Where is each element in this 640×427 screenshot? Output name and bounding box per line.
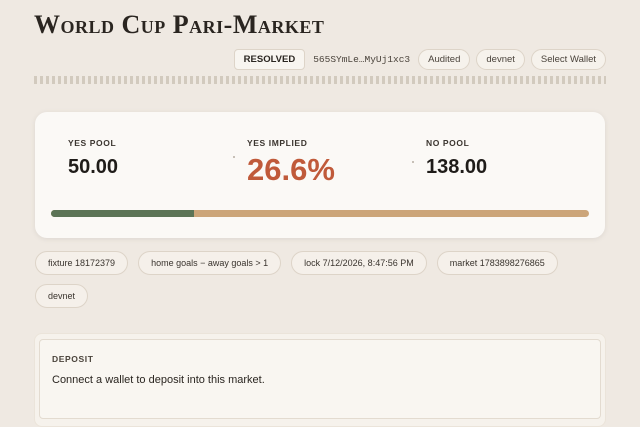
fixture-tag: fixture 18172379	[35, 251, 129, 275]
yes-pool-stat: YES POOL 50.00	[68, 138, 118, 179]
network-tag: devnet	[35, 284, 89, 308]
market-address[interactable]: 565SYmLe…MyUj1xc3	[311, 54, 412, 65]
separator-dot	[412, 161, 414, 163]
deposit-panel: DEPOSIT Connect a wallet to deposit into…	[34, 333, 606, 427]
page-title: World Cup Pari-Market	[34, 10, 325, 39]
lock-time-tag: lock 7/12/2026, 8:47:56 PM	[291, 251, 427, 275]
yes-implied-stat: YES IMPLIED 26.6%	[247, 138, 335, 188]
market-tags: fixture 18172379 home goals − away goals…	[35, 251, 605, 308]
network-badge: devnet	[476, 49, 525, 70]
status-badge: RESOLVED	[233, 49, 306, 70]
separator-dot	[233, 156, 235, 158]
yes-implied-label: YES IMPLIED	[247, 138, 308, 148]
ornamental-divider	[34, 76, 606, 84]
no-pool-stat: NO POOL 138.00	[426, 138, 487, 179]
no-pool-value: 138.00	[426, 156, 488, 178]
yes-share-fill	[51, 210, 195, 217]
deposit-heading: DEPOSIT	[52, 354, 94, 364]
deposit-message: Connect a wallet to deposit into this ma…	[52, 374, 265, 386]
no-pool-label: NO POOL	[426, 138, 470, 148]
market-id-tag: market 1783898276865	[436, 251, 558, 275]
yes-pool-value: 50.00	[68, 156, 119, 178]
select-wallet-button[interactable]: Select Wallet	[530, 49, 606, 70]
yes-implied-value: 26.6%	[247, 152, 335, 187]
header-toolbar: RESOLVED 565SYmLe…MyUj1xc3 Audited devne…	[233, 49, 606, 70]
condition-tag: home goals − away goals > 1	[138, 251, 282, 275]
audited-badge: Audited	[418, 49, 471, 70]
pool-summary-card: YES POOL 50.00 YES IMPLIED 26.6% NO POOL…	[35, 112, 605, 238]
pool-ratio-bar	[51, 210, 589, 217]
yes-pool-label: YES POOL	[68, 138, 117, 148]
deposit-box: DEPOSIT Connect a wallet to deposit into…	[39, 339, 601, 419]
